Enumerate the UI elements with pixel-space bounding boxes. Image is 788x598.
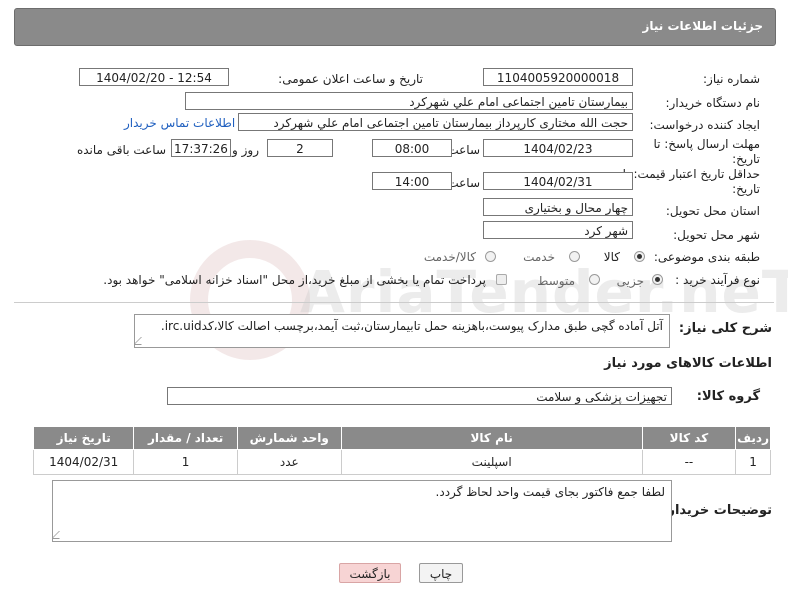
col-date: تاریخ نیاز [32,426,135,450]
section-divider [14,302,774,303]
price-validity-date-field[interactable]: 1404/02/31 [483,172,633,190]
panel-title: جزئیات اطلاعات نیاز [642,19,763,33]
price-validity-time-field[interactable]: 14:00 [372,172,452,190]
announce-datetime-label: تاریخ و ساعت اعلان عمومی: [278,72,423,86]
reply-time-field[interactable]: 08:00 [372,139,452,157]
purchase-option-medium: متوسط [537,274,575,288]
buyer-org-label: نام دستگاه خریدار: [665,96,761,110]
price-validity-time-label: ساعت [447,176,480,190]
col-name: نام کالا [340,426,643,450]
col-code: کد کالا [641,426,737,450]
city-label: شهر محل تحویل: [673,228,760,242]
buyer-notes-textarea[interactable]: لطفا جمع فاکتور بجای قیمت واحد لحاظ گردد… [52,480,672,542]
goods-group-label: گروه کالا: [696,389,760,404]
price-validity-label: حداقل تاریخ اعتبار قیمت: تا تاریخ: [620,167,760,197]
print-button[interactable]: چاپ [419,563,463,583]
purchase-type-label: نوع فرآیند خرید : [675,273,760,287]
category-label: طبقه بندی موضوعی: [653,250,760,264]
requester-label: ایجاد کننده درخواست: [649,118,760,132]
description-text: آتل آماده گچی طبق مدارک پیوست،باهزینه حم… [160,319,663,333]
price-validity-label-text: حداقل تاریخ اعتبار قیمت: تا تاریخ: [622,167,760,196]
buyer-notes-text: لطفا جمع فاکتور بجای قیمت واحد لحاظ گردد… [435,485,665,499]
col-qty: تعداد / مقدار [133,426,238,450]
cell-unit: عدد [236,449,342,475]
cell-row: 1 [735,449,771,475]
goods-section-title: اطلاعات کالاهای مورد نیاز [604,356,772,371]
purchase-radio-partial[interactable] [652,274,663,285]
buyer-contact-link[interactable]: اطلاعات تماس خریدار [124,116,235,130]
goods-table-header: ردیف کد کالا نام کالا واحد شمارش تعداد /… [32,426,771,450]
treasury-note: پرداخت تمام یا بخشی از مبلغ خرید،از محل … [103,273,486,287]
category-option-goods: کالا [603,250,620,264]
remaining-time-field[interactable]: 17:37:26 [171,139,231,157]
reply-deadline-label-text: مهلت ارسال پاسخ: تا تاریخ: [653,137,760,166]
col-unit: واحد شمارش [236,426,342,450]
reply-days-label: روز و [232,143,259,157]
goods-table: ردیف کد کالا نام کالا واحد شمارش تعداد /… [32,426,771,475]
cell-name: اسپلینت [340,449,643,475]
buyer-org-field[interactable]: بیمارستان تامین اجتماعی امام علي شهرکرد [185,92,633,110]
back-button[interactable]: بازگشت [339,563,401,583]
col-row: ردیف [735,426,771,450]
goods-group-field[interactable]: تجهیزات پزشکی و سلامت [167,387,672,405]
purchase-radio-medium[interactable] [589,274,600,285]
cell-qty: 1 [133,449,238,475]
province-field[interactable]: چهار محال و بختیاری [483,198,633,216]
category-option-service: خدمت [523,250,555,264]
treasury-checkbox[interactable] [496,274,507,285]
remaining-time-label: ساعت باقی مانده [76,143,166,157]
category-radio-service[interactable] [569,251,580,262]
reply-days-field[interactable]: 2 [267,139,333,157]
resize-grip-icon[interactable] [135,337,149,345]
cell-date: 1404/02/31 [32,449,135,475]
reply-date-field[interactable]: 1404/02/23 [483,139,633,157]
description-textarea[interactable]: آتل آماده گچی طبق مدارک پیوست،باهزینه حم… [134,314,670,348]
purchase-option-partial: جزیی [616,274,644,288]
description-label: شرح کلی نیاز: [678,321,772,336]
city-field[interactable]: شهر کرد [483,221,633,239]
province-label: استان محل تحویل: [665,204,760,218]
need-number-label: شماره نیاز: [703,72,760,86]
category-option-both: کالا/خدمت [423,250,476,264]
cell-code: -- [641,449,737,475]
reply-deadline-label: مهلت ارسال پاسخ: تا تاریخ: [640,137,760,167]
resize-grip-icon[interactable] [53,531,67,539]
category-radio-goods[interactable] [634,251,645,262]
need-number-field[interactable]: 1104005920000018 [483,68,633,86]
buyer-notes-label: توضیحات خریدار: [662,503,772,518]
announce-datetime-field[interactable]: 1404/02/20 - 12:54 [79,68,229,86]
requester-field[interactable]: حجت الله مختاری کارپرداز بیمارستان تامین… [238,113,633,131]
table-row: 1 -- اسپلینت عدد 1 1404/02/31 [32,449,771,475]
panel-header: جزئیات اطلاعات نیاز [14,8,776,46]
reply-time-label: ساعت [447,143,480,157]
category-radio-both[interactable] [485,251,496,262]
